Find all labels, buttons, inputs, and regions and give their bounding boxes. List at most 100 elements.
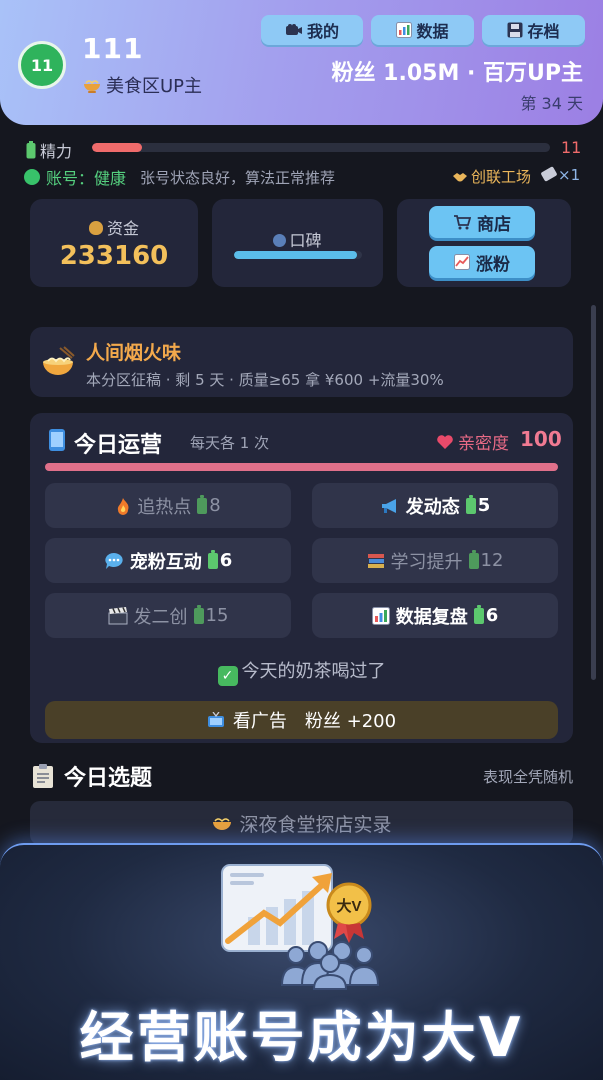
fan-interaction-label: 宠粉互动 xyxy=(129,551,202,573)
chat-bubble-icon xyxy=(105,552,123,569)
shop-label: 商店 xyxy=(477,214,511,235)
milk-tea-status-text: 今天的奶茶喝过了 xyxy=(241,661,386,682)
cart-icon xyxy=(454,215,471,230)
data-review-button[interactable]: 数据复盘 6 xyxy=(312,593,558,638)
player-role: 美食区UP主 xyxy=(82,72,202,98)
remix-cost: 15 xyxy=(193,604,229,626)
fans-summary: 粉丝 1.05M · 百万UP主 xyxy=(331,61,584,86)
growth-chart-illustration: 大V xyxy=(221,864,380,990)
battery-icon xyxy=(197,494,208,514)
noodle-bowl-icon xyxy=(213,818,232,830)
my-profile-label: 我的 xyxy=(306,22,339,41)
save-icon xyxy=(507,22,523,38)
topic-option[interactable]: 深夜食堂探店实录 xyxy=(30,801,573,845)
watch-ad-button[interactable]: 看广告 粉丝 +200 xyxy=(45,701,558,739)
speaking-head-icon xyxy=(273,234,287,247)
data-review-cost: 6 xyxy=(473,604,498,626)
study-label: 学习提升 xyxy=(390,551,463,573)
grow-fans-button[interactable]: 涨粉 xyxy=(429,246,535,278)
promo-title: 经营账号成为大V xyxy=(79,1006,524,1069)
noodle-bowl-icon xyxy=(84,80,100,93)
data-button[interactable]: 数据 xyxy=(371,15,474,45)
promo-banner: 大V 经营账号成为大V xyxy=(0,843,603,1080)
trend-up-icon xyxy=(454,254,470,270)
status-dot-icon xyxy=(24,169,40,185)
tv-icon xyxy=(207,712,224,727)
account-health: 账号：健康 xyxy=(46,169,127,188)
money-bag-icon xyxy=(88,221,103,235)
battery-icon xyxy=(468,549,479,569)
clipboard-icon xyxy=(33,764,53,788)
watch-ad-label: 看广告 xyxy=(232,711,287,732)
books-icon xyxy=(367,553,384,568)
chase-trend-cost: 8 xyxy=(197,494,221,516)
daily-ops-subtitle: 每天各 1 次 xyxy=(190,434,270,452)
data-label: 数据 xyxy=(416,22,449,41)
reputation-label: 口碑 xyxy=(212,227,383,251)
money-card: 资金 233160 xyxy=(30,199,198,287)
money-label: 资金 xyxy=(30,215,198,239)
reputation-label-text: 口碑 xyxy=(289,231,322,250)
heart-icon xyxy=(437,434,453,449)
fire-icon xyxy=(118,497,129,515)
study-cost: 12 xyxy=(468,549,504,571)
energy-label-text: 精力 xyxy=(40,142,73,161)
topics-note: 表现全凭随机 xyxy=(482,768,573,786)
energy-label: 精力 xyxy=(26,138,72,162)
battery-icon xyxy=(207,549,218,569)
shop-button[interactable]: 商店 xyxy=(429,206,535,238)
remix-cost-value: 15 xyxy=(205,605,229,626)
ticket-count-text: ×1 xyxy=(558,166,581,184)
player-role-text: 美食区UP主 xyxy=(106,76,203,97)
remix-button[interactable]: 发二创 15 xyxy=(45,593,291,638)
player-name: 111 xyxy=(82,32,144,65)
grow-fans-label: 涨粉 xyxy=(476,254,510,275)
my-profile-button[interactable]: 我的 xyxy=(261,15,363,45)
contest-desc: 本分区征稿 · 剩 5 天 · 质量≥65 拿 ¥600 +流量30% xyxy=(86,371,444,389)
post-update-cost-value: 5 xyxy=(477,495,491,516)
reputation-bar xyxy=(234,251,362,259)
bar-chart-icon xyxy=(371,606,390,625)
megaphone-icon xyxy=(381,498,396,513)
study-button[interactable]: 学习提升 12 xyxy=(312,538,558,583)
big-v-badge-text: 大V xyxy=(336,897,361,915)
energy-value: 11 xyxy=(561,138,582,157)
account-status: 账号：健康 张号状态良好，算法正常推荐 xyxy=(24,165,335,189)
study-cost-value: 12 xyxy=(480,550,504,571)
checkmark-icon: ✓ xyxy=(217,666,238,686)
save-button[interactable]: 存档 xyxy=(482,15,585,45)
fan-interaction-cost: 6 xyxy=(207,549,232,571)
post-update-button[interactable]: 发动态 5 xyxy=(312,483,558,528)
fan-interaction-button[interactable]: 宠粉互动 6 xyxy=(45,538,291,583)
remix-label: 发二创 xyxy=(133,606,188,628)
contest-title: 人间烟火味 xyxy=(86,342,182,364)
camera-icon xyxy=(285,24,302,35)
phone-icon xyxy=(49,429,65,451)
topics-title: 今日选题 xyxy=(64,766,153,791)
handshake-icon xyxy=(453,172,467,181)
watch-ad-reward: 粉丝 +200 xyxy=(304,711,397,732)
milk-tea-status: ✓ 今天的奶茶喝过了 xyxy=(0,657,603,686)
battery-icon xyxy=(26,141,36,159)
profile-header: 11 111 美食区UP主 我的 数据 存档 粉丝 1.05M · 百万UP主 … xyxy=(0,0,603,125)
intimacy-label-text: 亲密度 xyxy=(458,434,509,454)
battery-icon xyxy=(465,494,476,514)
clapperboard-icon xyxy=(108,606,128,624)
money-label-text: 资金 xyxy=(106,219,139,238)
reputation-bar-fill xyxy=(234,251,357,259)
collab-workshop-link[interactable]: 创联工场 xyxy=(452,166,531,187)
money-value: 233160 xyxy=(59,241,169,271)
chase-trend-label: 追热点 xyxy=(137,496,192,518)
intimacy-label: 亲密度 xyxy=(436,429,509,454)
reputation-card: 口碑 xyxy=(212,199,383,287)
ticket-count: ×1 xyxy=(540,166,581,184)
scrollbar[interactable] xyxy=(591,305,596,680)
chase-trend-button[interactable]: 追热点 8 xyxy=(45,483,291,528)
chase-trend-cost-value: 8 xyxy=(209,495,221,516)
daily-ops-title: 今日运营 xyxy=(74,433,163,458)
chart-icon xyxy=(396,22,413,38)
day-counter: 第 34 天 xyxy=(520,94,583,113)
post-update-cost: 5 xyxy=(465,494,491,516)
data-review-label: 数据复盘 xyxy=(395,606,468,628)
save-label: 存档 xyxy=(527,22,560,41)
